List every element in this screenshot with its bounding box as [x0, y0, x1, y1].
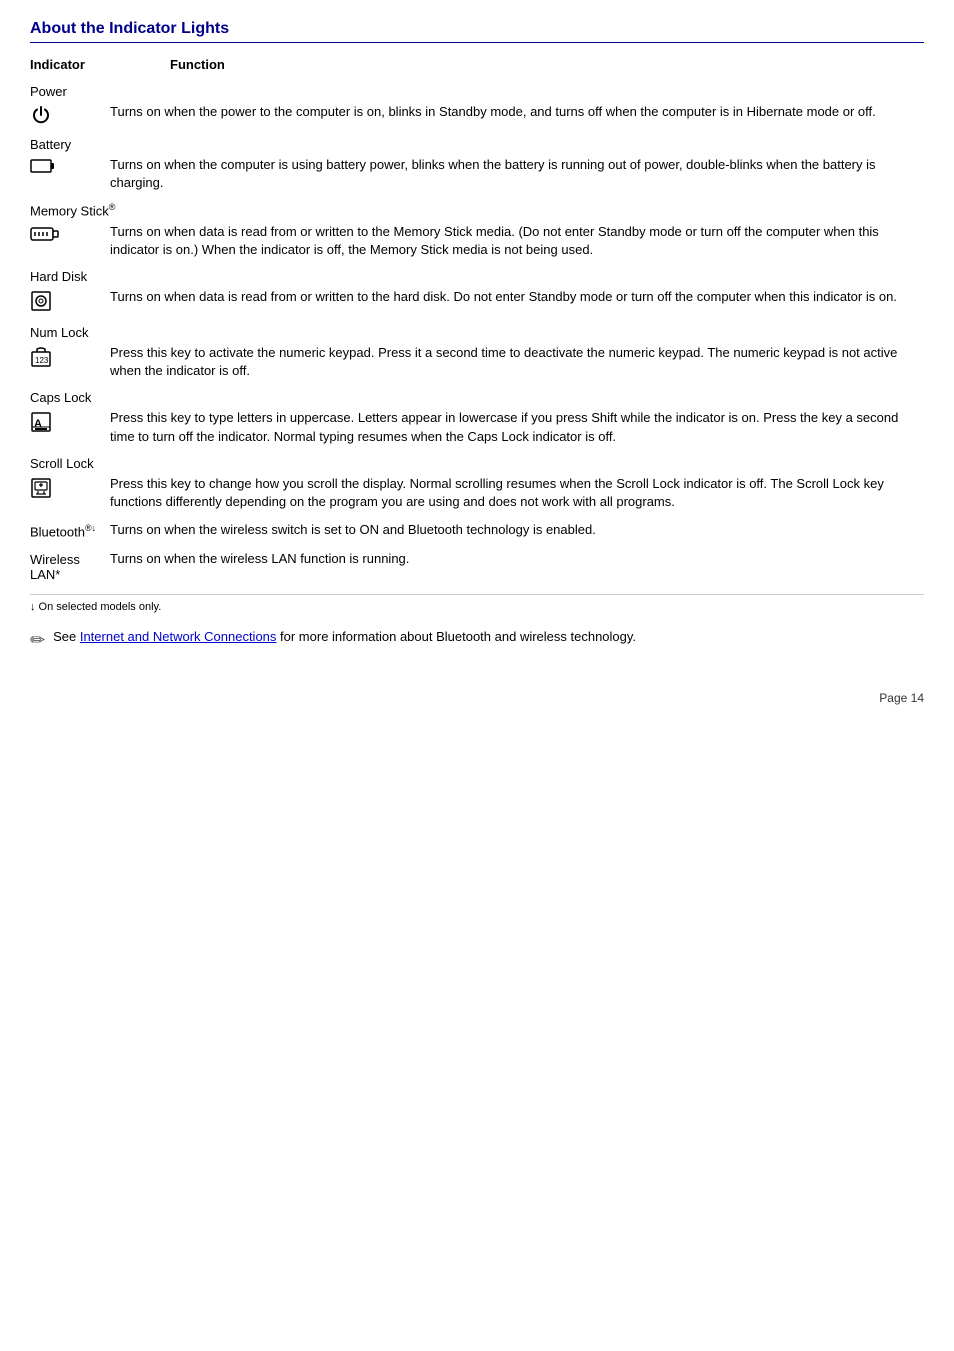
section-memory-stick-label: Memory Stick®	[30, 202, 924, 218]
section-memory-stick: Memory Stick® Turns on when data is read…	[30, 202, 924, 259]
footnote: ↓ On selected models only.	[30, 594, 924, 613]
row-num-lock: 123 Press this key to activate the numer…	[30, 344, 924, 380]
wireless-lan-description: Turns on when the wireless LAN function …	[110, 550, 924, 568]
section-wireless-lan: Wireless LAN* Turns on when the wireless…	[30, 550, 924, 582]
hard-disk-icon-cell	[30, 288, 110, 315]
row-power: Turns on when the power to the computer …	[30, 103, 924, 127]
battery-icon	[30, 158, 56, 177]
section-caps-lock-label: Caps Lock	[30, 390, 924, 405]
wireless-lan-label-cell: Wireless LAN*	[30, 550, 110, 582]
scroll-lock-icon	[30, 477, 52, 502]
note-icon: ✏	[30, 630, 45, 651]
row-bluetooth: Bluetooth®↓ Turns on when the wireless s…	[30, 521, 924, 539]
section-hard-disk: Hard Disk Turns on when data is read fro…	[30, 269, 924, 315]
memory-stick-icon-cell	[30, 223, 110, 246]
col-function-header: Function	[170, 57, 225, 72]
page-number: Page 14	[30, 691, 924, 705]
page-title: About the Indicator Lights	[30, 20, 924, 43]
section-bluetooth: Bluetooth®↓ Turns on when the wireless s…	[30, 521, 924, 539]
section-caps-lock: Caps Lock A Press this key to type lette…	[30, 390, 924, 445]
power-icon-cell	[30, 103, 110, 127]
hard-disk-description: Turns on when data is read from or writt…	[110, 288, 924, 306]
battery-description: Turns on when the computer is using batt…	[110, 156, 924, 192]
note-text: See Internet and Network Connections for…	[53, 629, 636, 644]
row-scroll-lock: Press this key to change how you scroll …	[30, 475, 924, 511]
row-wireless-lan: Wireless LAN* Turns on when the wireless…	[30, 550, 924, 582]
battery-icon-cell	[30, 156, 110, 177]
section-power-label: Power	[30, 84, 924, 99]
hard-disk-icon	[30, 290, 52, 315]
num-lock-icon: 123	[30, 346, 52, 371]
section-power: Power Turns on when the power to the com…	[30, 84, 924, 127]
row-memory-stick: Turns on when data is read from or writt…	[30, 223, 924, 259]
power-description: Turns on when the power to the computer …	[110, 103, 924, 121]
row-battery: Turns on when the computer is using batt…	[30, 156, 924, 192]
section-battery-label: Battery	[30, 137, 924, 152]
note-block: ✏ See Internet and Network Connections f…	[30, 629, 924, 651]
caps-lock-icon: A	[30, 411, 52, 436]
section-num-lock-label: Num Lock	[30, 325, 924, 340]
section-scroll-lock-label: Scroll Lock	[30, 456, 924, 471]
bluetooth-label: Bluetooth®↓	[30, 523, 96, 539]
section-hard-disk-label: Hard Disk	[30, 269, 924, 284]
section-scroll-lock: Scroll Lock Press this key to change how…	[30, 456, 924, 511]
scroll-lock-icon-cell	[30, 475, 110, 502]
row-caps-lock: A Press this key to type letters in uppe…	[30, 409, 924, 445]
caps-lock-icon-cell: A	[30, 409, 110, 436]
memory-stick-description: Turns on when data is read from or writt…	[110, 223, 924, 259]
caps-lock-description: Press this key to type letters in upperc…	[110, 409, 924, 445]
note-text-after: for more information about Bluetooth and…	[276, 629, 636, 644]
wireless-lan-label: Wireless LAN*	[30, 552, 110, 582]
bluetooth-description: Turns on when the wireless switch is set…	[110, 521, 924, 539]
section-battery: Battery Turns on when the computer is us…	[30, 137, 924, 192]
bluetooth-label-cell: Bluetooth®↓	[30, 521, 110, 539]
col-indicator-header: Indicator	[30, 57, 110, 72]
power-icon	[30, 105, 52, 127]
scroll-lock-description: Press this key to change how you scroll …	[110, 475, 924, 511]
section-num-lock: Num Lock 123 Press this key to activate …	[30, 325, 924, 380]
num-lock-description: Press this key to activate the numeric k…	[110, 344, 924, 380]
note-link[interactable]: Internet and Network Connections	[80, 629, 277, 644]
note-text-before: See	[53, 629, 80, 644]
svg-text:123: 123	[35, 356, 49, 365]
memory-stick-icon	[30, 225, 60, 246]
table-header: Indicator Function	[30, 57, 924, 72]
row-hard-disk: Turns on when data is read from or writt…	[30, 288, 924, 315]
num-lock-icon-cell: 123	[30, 344, 110, 371]
